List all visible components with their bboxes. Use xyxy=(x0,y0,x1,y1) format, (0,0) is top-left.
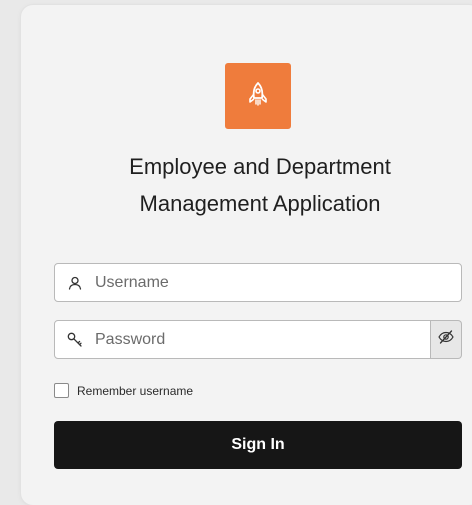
user-icon xyxy=(67,275,83,291)
remember-username[interactable]: Remember username xyxy=(54,383,193,398)
remember-username-checkbox[interactable] xyxy=(54,383,69,398)
app-title-line-1: Employee and Department xyxy=(129,154,391,179)
key-icon xyxy=(67,332,83,348)
username-input[interactable] xyxy=(95,264,461,301)
sign-in-button[interactable]: Sign In xyxy=(54,421,462,469)
app-title-line-2: Management Application xyxy=(139,191,381,216)
rocket-icon xyxy=(247,81,269,112)
password-field xyxy=(54,320,431,359)
username-field xyxy=(54,263,462,302)
password-input[interactable] xyxy=(95,321,430,358)
eye-slash-icon xyxy=(438,330,454,349)
app-logo xyxy=(225,63,291,129)
show-password-button[interactable] xyxy=(431,320,462,359)
remember-username-label: Remember username xyxy=(77,383,194,398)
